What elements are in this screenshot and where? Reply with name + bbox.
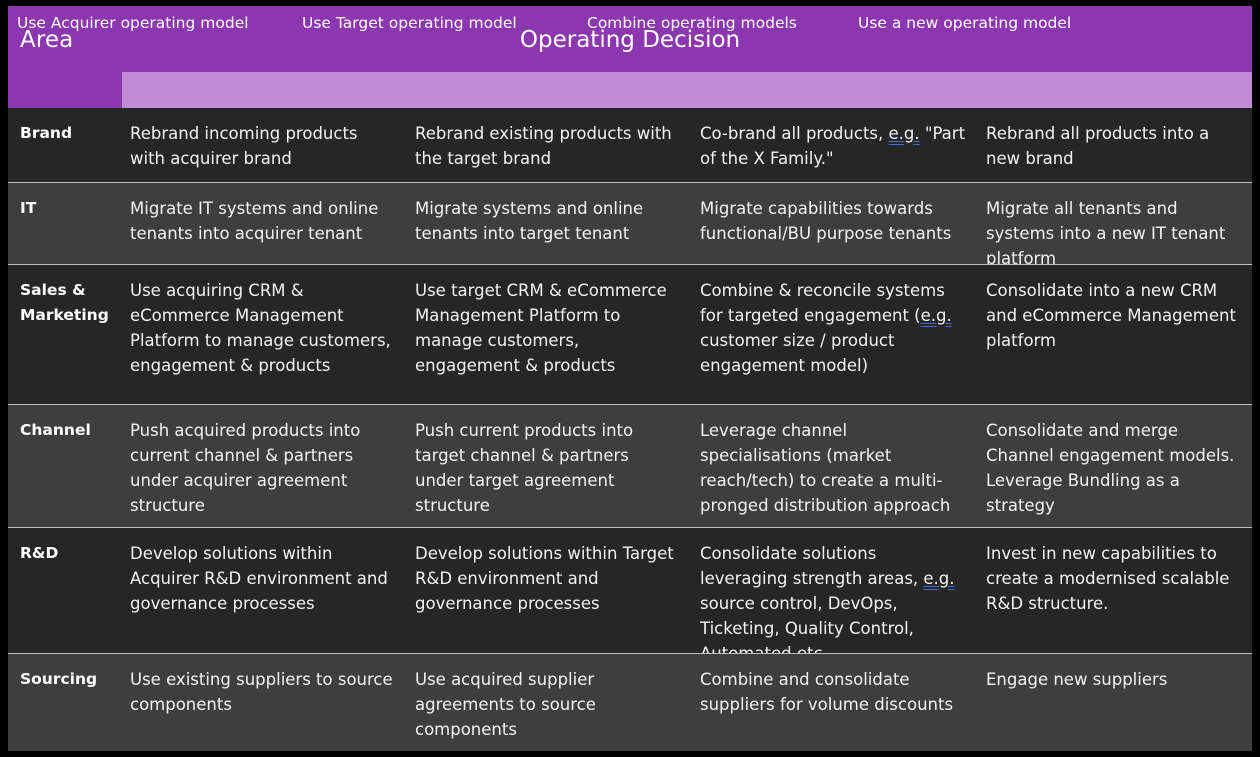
decision-cell: Use acquired supplier agreements to sour…: [415, 670, 596, 739]
decision-cell: Co-brand all products, e.g. "Part of the…: [700, 124, 966, 168]
decision-cell: Push current products into target channe…: [415, 421, 634, 515]
decision-cell: Use target CRM & eCommerce Management Pl…: [415, 281, 667, 375]
table-row: IT Migrate IT systems and online tenants …: [8, 182, 1252, 268]
spellcheck-underlined-text: e.g.: [888, 124, 920, 143]
decision-cell: Develop solutions within Target R&D envi…: [415, 544, 674, 613]
matrix-body: Brand Rebrand incoming products with acqu…: [8, 108, 1252, 751]
decision-cell: Use acquiring CRM & eCommerce Management…: [130, 281, 391, 375]
decision-cell: Rebrand existing products with the targe…: [415, 124, 672, 168]
slide-frame: Area Operating Decision Use Acquirer ope…: [0, 0, 1260, 757]
decision-cell: Develop solutions within Acquirer R&D en…: [130, 544, 388, 613]
row-area-label: Brand: [20, 124, 73, 142]
operating-decision-matrix: Area Operating Decision Use Acquirer ope…: [8, 6, 1252, 751]
table-row: Brand Rebrand incoming products with acqu…: [8, 108, 1252, 182]
decision-cell: Migrate IT systems and online tenants in…: [130, 199, 379, 243]
row-area-label: IT: [20, 199, 37, 217]
column-header-use-target-operating-model: Use Target operating model: [302, 14, 517, 32]
decision-cell: Migrate capabilities towards functional/…: [700, 199, 952, 243]
table-row: R&D Develop solutions within Acquirer R&D…: [8, 527, 1252, 663]
decision-cell: Consolidate into a new CRM and eCommerce…: [986, 281, 1236, 350]
row-area-label: Sales & Marketing: [20, 281, 109, 324]
decision-cell: Engage new suppliers: [986, 670, 1168, 689]
table-row: Sales & Marketing Use acquiring CRM & eCo…: [8, 264, 1252, 404]
row-area-label: Channel: [20, 421, 91, 439]
decision-cell: Invest in new capabilities to create a m…: [986, 544, 1230, 613]
decision-cell: Rebrand incoming products with acquirer …: [130, 124, 358, 168]
spellcheck-underlined-text: e.g.: [923, 569, 955, 588]
column-header-use-acquirer-operating-model: Use Acquirer operating model: [17, 14, 249, 32]
row-area-label: R&D: [20, 544, 59, 562]
column-header-combine-operating-models: Combine operating models: [587, 14, 797, 32]
column-header-use-a-new-operating-model: Use a new operating model: [858, 14, 1072, 32]
spellcheck-underlined-text: e.g.: [920, 306, 952, 325]
decision-cell: Migrate systems and online tenants into …: [415, 199, 644, 243]
header-subcolumn-bar: [122, 72, 1252, 108]
table-row: Channel Push acquired products into curre…: [8, 404, 1252, 527]
decision-cell: Push acquired products into current chan…: [130, 421, 361, 515]
decision-cell: Rebrand all products into a new brand: [986, 124, 1210, 168]
decision-cell: Combine & reconcile systems for targeted…: [700, 281, 952, 375]
decision-cell: Leverage channel specialisations (market…: [700, 421, 951, 515]
matrix-header: Area Operating Decision Use Acquirer ope…: [8, 6, 1252, 108]
decision-cell: Combine and consolidate suppliers for vo…: [700, 670, 954, 714]
table-row: Sourcing Use existing suppliers to source…: [8, 653, 1252, 751]
row-area-label: Sourcing: [20, 670, 98, 688]
decision-cell: Consolidate and merge Channel engagement…: [986, 421, 1235, 515]
decision-cell: Use existing suppliers to source compone…: [130, 670, 393, 714]
